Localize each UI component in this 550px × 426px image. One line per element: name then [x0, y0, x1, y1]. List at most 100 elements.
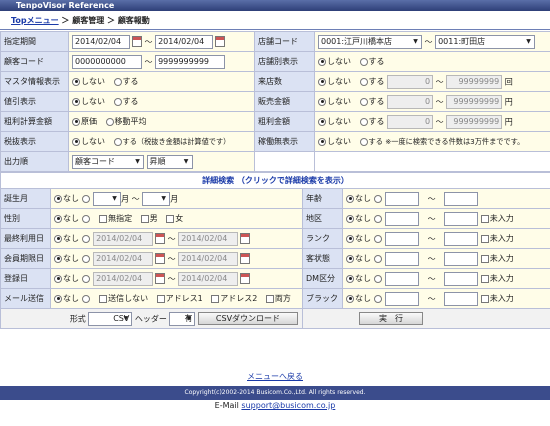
store-display-yes-radio[interactable] [359, 57, 368, 66]
area-none-radio[interactable] [346, 214, 354, 223]
birth-from-select[interactable]: ▼ [93, 191, 122, 206]
gender-none-radio[interactable] [54, 214, 62, 223]
sales-no-radio[interactable] [318, 97, 326, 106]
gross-moving-avg-radio[interactable] [105, 117, 114, 126]
registered-none-radio[interactable] [54, 274, 62, 283]
expiry-set-radio[interactable] [81, 254, 90, 263]
mail-address2-checkbox[interactable] [211, 294, 220, 303]
profit-no-radio[interactable] [318, 117, 326, 126]
email-link[interactable]: support@busicom.co.jp [241, 401, 335, 410]
status-unregistered-checkbox[interactable] [480, 254, 489, 263]
visits-from-input[interactable]: 0 [387, 74, 434, 89]
status-set-radio[interactable] [373, 254, 382, 263]
gender-male-checkbox[interactable] [140, 214, 149, 223]
gender-female-checkbox[interactable] [166, 214, 175, 223]
last-use-from-input[interactable]: 2014/02/04 [93, 231, 154, 246]
profit-yes-radio[interactable] [359, 117, 368, 126]
rank-set-radio[interactable] [373, 234, 382, 243]
registered-set-radio[interactable] [81, 274, 90, 283]
gender-set-radio[interactable] [81, 214, 90, 223]
sales-to-input[interactable]: 999999999 [446, 94, 503, 109]
block-from-input[interactable] [385, 291, 420, 306]
area-to-input[interactable] [444, 211, 479, 226]
order-dir-select[interactable]: 昇順 ▼ [146, 154, 193, 169]
area-unregistered-checkbox[interactable] [480, 214, 489, 223]
sales-yes-radio[interactable] [359, 97, 368, 106]
calendar-icon[interactable] [155, 233, 166, 244]
dm-set-radio[interactable] [373, 274, 382, 283]
rank-none-radio[interactable] [346, 234, 354, 243]
visits-no-radio[interactable] [318, 77, 326, 86]
master-no-radio[interactable] [72, 77, 80, 86]
tax-yes-radio[interactable] [113, 137, 122, 146]
header-select[interactable]: 有 ▼ [169, 311, 196, 326]
dm-none-radio[interactable] [346, 274, 354, 283]
discount-no-radio[interactable] [72, 97, 80, 106]
dm-to-input[interactable] [444, 271, 479, 286]
calendar-icon[interactable] [155, 253, 166, 264]
sales-from-input[interactable]: 0 [387, 94, 434, 109]
status-none-radio[interactable] [346, 254, 354, 263]
mail-set-radio[interactable] [81, 294, 90, 303]
visits-to-input[interactable]: 99999999 [446, 74, 503, 89]
code-from-input[interactable]: 0000000000 [72, 54, 142, 69]
area-set-radio[interactable] [373, 214, 382, 223]
status-to-input[interactable] [444, 251, 479, 266]
period-to-input[interactable]: 2014/02/04 [155, 34, 214, 49]
order-key-select[interactable]: 顧客コード ▼ [72, 154, 144, 169]
birth-set-radio[interactable] [81, 194, 90, 203]
birth-none-radio[interactable] [54, 194, 62, 203]
rank-unregistered-checkbox[interactable] [480, 234, 489, 243]
last-use-none-radio[interactable] [54, 234, 62, 243]
status-from-input[interactable] [385, 251, 420, 266]
store-to-select[interactable]: 0011:町田店 ▼ [435, 34, 536, 49]
age-from-input[interactable] [385, 191, 420, 206]
profit-to-input[interactable]: 999999999 [446, 114, 503, 129]
detail-search-toggle[interactable]: 詳細検索 （クリックで詳細検索を表示） [0, 172, 550, 189]
expiry-from-input[interactable]: 2014/02/04 [93, 251, 154, 266]
tax-no-radio[interactable] [72, 137, 80, 146]
master-yes-radio[interactable] [113, 77, 122, 86]
calendar-icon[interactable] [240, 273, 251, 284]
block-set-radio[interactable] [373, 294, 382, 303]
dm-unregistered-checkbox[interactable] [480, 274, 489, 283]
store-display-no-radio[interactable] [318, 57, 326, 66]
calendar-icon[interactable] [155, 273, 166, 284]
expiry-to-input[interactable]: 2014/02/04 [178, 251, 239, 266]
mail-both-checkbox[interactable] [265, 294, 274, 303]
birth-to-select[interactable]: ▼ [142, 191, 171, 206]
breadcrumb-top-link[interactable]: Topメニュー [11, 16, 59, 25]
calendar-icon[interactable] [240, 253, 251, 264]
csv-download-button[interactable]: CSVダウンロード [198, 312, 298, 325]
mail-no-send-checkbox[interactable] [99, 294, 108, 303]
registered-from-input[interactable]: 2014/02/04 [93, 271, 154, 286]
age-to-input[interactable] [444, 191, 479, 206]
block-unregistered-checkbox[interactable] [480, 294, 489, 303]
inactive-yes-radio[interactable] [359, 137, 368, 146]
expiry-none-radio[interactable] [54, 254, 62, 263]
run-button[interactable]: 実 行 [359, 312, 423, 325]
mail-none-radio[interactable] [54, 294, 62, 303]
rank-from-input[interactable] [385, 231, 420, 246]
gross-cost-radio[interactable] [72, 117, 80, 126]
age-none-radio[interactable] [346, 194, 354, 203]
area-from-input[interactable] [385, 211, 420, 226]
registered-to-input[interactable]: 2014/02/04 [178, 271, 239, 286]
calendar-icon[interactable] [215, 36, 226, 47]
period-from-input[interactable]: 2014/02/04 [72, 34, 130, 49]
dm-from-input[interactable] [385, 271, 420, 286]
mail-address1-checkbox[interactable] [156, 294, 165, 303]
gender-unspecified-checkbox[interactable] [99, 214, 108, 223]
block-none-radio[interactable] [346, 294, 354, 303]
calendar-icon[interactable] [240, 233, 251, 244]
inactive-no-radio[interactable] [318, 137, 326, 146]
rank-to-input[interactable] [444, 231, 479, 246]
block-to-input[interactable] [444, 291, 479, 306]
visits-yes-radio[interactable] [359, 77, 368, 86]
last-use-to-input[interactable]: 2014/02/04 [178, 231, 239, 246]
format-select[interactable]: CSV ▼ [88, 311, 133, 326]
calendar-icon[interactable] [132, 36, 142, 47]
age-set-radio[interactable] [373, 194, 382, 203]
last-use-set-radio[interactable] [81, 234, 90, 243]
code-to-input[interactable]: 9999999999 [155, 54, 226, 69]
